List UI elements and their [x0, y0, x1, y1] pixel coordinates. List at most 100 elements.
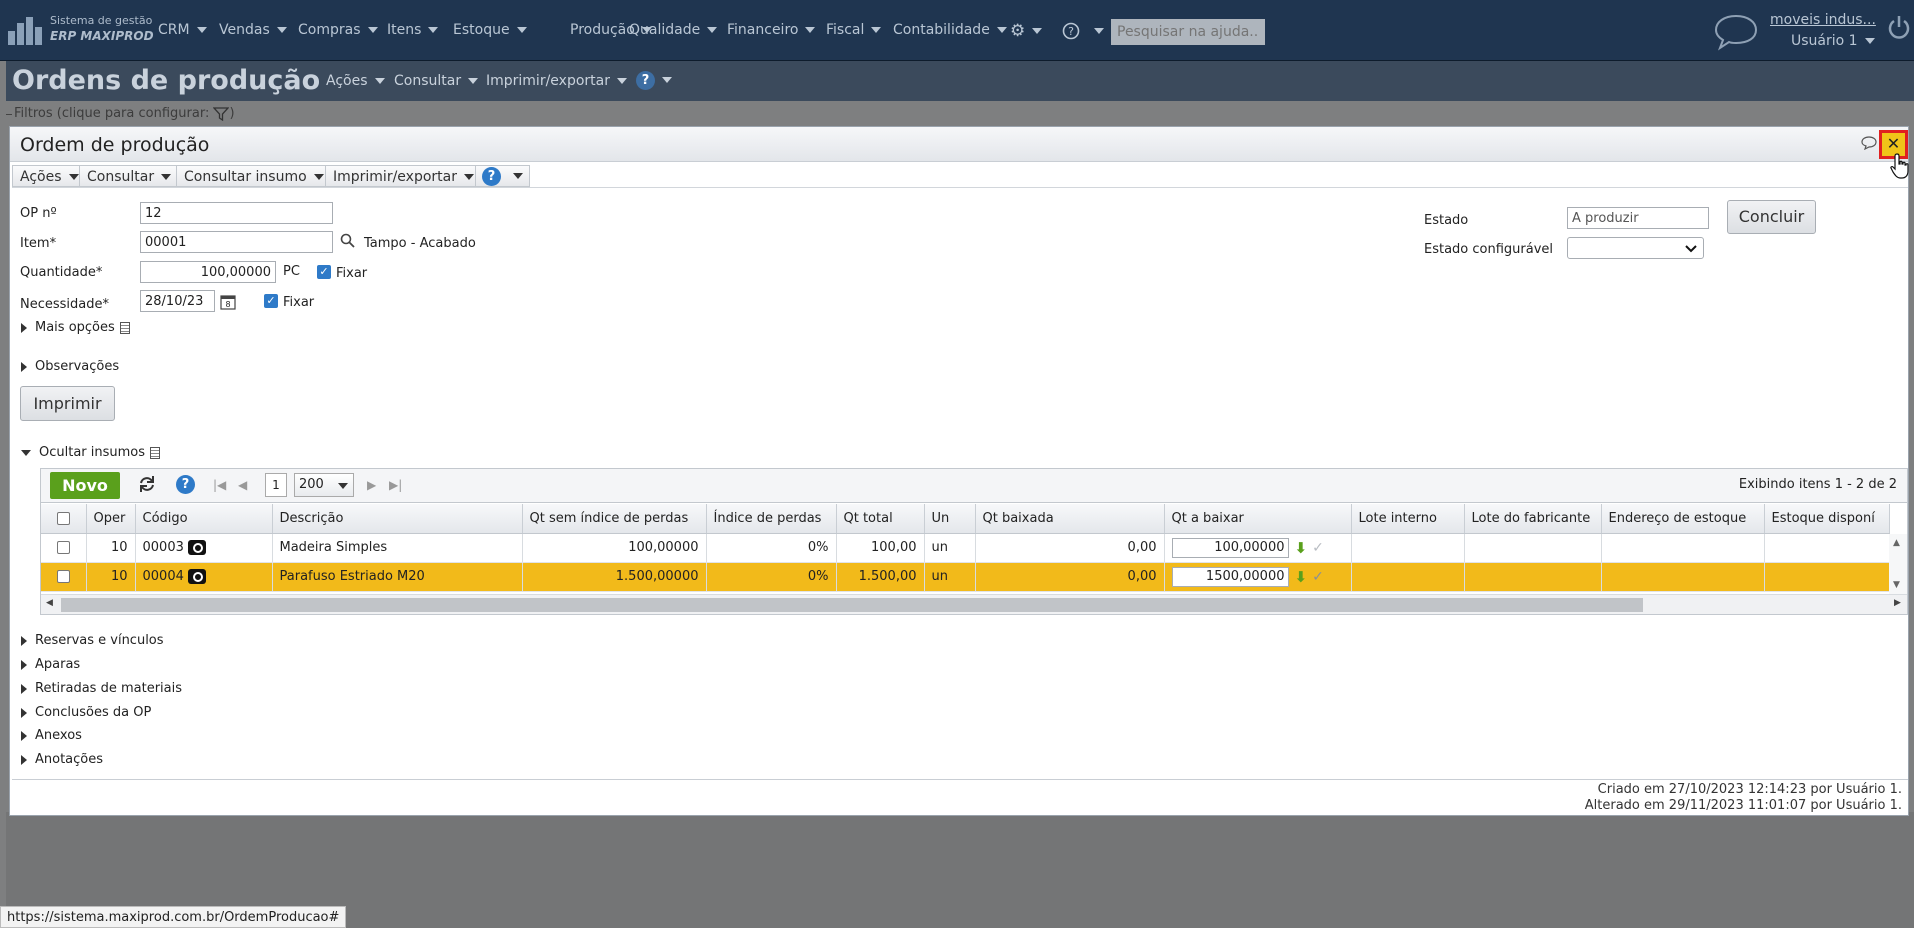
- print-button[interactable]: Imprimir: [20, 386, 115, 421]
- toolbar-consultar[interactable]: Consultar: [79, 165, 180, 187]
- cell-estoque: [1764, 562, 1890, 592]
- hide-inputs-toggle[interactable]: Ocultar insumos: [21, 445, 161, 460]
- notes-toggle[interactable]: Observações: [21, 359, 119, 374]
- prev-page-icon[interactable]: ◀: [238, 478, 247, 492]
- cell-qt-a-baixar: 100,00000 ⬇ ✓: [1164, 533, 1352, 563]
- new-button[interactable]: Novo: [50, 472, 120, 499]
- toolbar-acoes[interactable]: Ações: [12, 165, 87, 187]
- search-icon[interactable]: [340, 233, 355, 252]
- user-company-link[interactable]: moveis indus...: [1770, 12, 1876, 28]
- page-size-select[interactable]: 200: [294, 473, 354, 497]
- grid-toolbar: Novo ? |◀ ◀ 1 200 ▶ ▶| Exibindo itens 1 …: [41, 469, 1907, 503]
- col-oper[interactable]: Oper: [86, 504, 136, 534]
- toolbar-consultar-insumo[interactable]: Consultar insumo: [176, 165, 332, 187]
- logo[interactable]: Sistema de gestão ERP MAXIPROD: [8, 14, 154, 48]
- quantity-field[interactable]: [140, 261, 276, 283]
- camera-icon[interactable]: [187, 569, 206, 584]
- divider: [12, 779, 1908, 780]
- col-descricao[interactable]: Descrição: [272, 504, 523, 534]
- col-endereco-estoque[interactable]: Endereço de estoque: [1601, 504, 1765, 534]
- section-anotacoes[interactable]: Anotações: [21, 752, 103, 767]
- page-help-icon[interactable]: ?: [636, 71, 672, 90]
- cell-qt-a-baixar: 1500,00000 ⬇ ✓: [1164, 562, 1352, 592]
- nav-contabilidade[interactable]: Contabilidade: [893, 22, 1007, 38]
- section-anexos[interactable]: Anexos: [21, 728, 82, 743]
- qt-a-baixar-input[interactable]: 1500,00000: [1171, 566, 1289, 587]
- power-icon[interactable]: [1887, 14, 1911, 46]
- op-number-field[interactable]: [140, 202, 333, 224]
- refresh-icon[interactable]: [137, 475, 157, 496]
- grid-horizontal-scrollbar[interactable]: ◀ ▶: [41, 594, 1907, 614]
- page-menu-consultar[interactable]: Consultar: [394, 73, 479, 89]
- row-checkbox[interactable]: [41, 533, 87, 563]
- arrow-down-icon[interactable]: ⬇: [1295, 568, 1308, 586]
- nav-crm[interactable]: CRM: [158, 22, 207, 38]
- gear-icon[interactable]: ⚙: [1010, 21, 1043, 41]
- check-icon[interactable]: ✓: [1312, 540, 1324, 556]
- help-search-input[interactable]: [1111, 19, 1265, 45]
- last-page-icon[interactable]: ▶|: [389, 478, 402, 492]
- help-menu-icon[interactable]: ?: [1062, 21, 1104, 41]
- nav-financeiro[interactable]: Financeiro: [727, 22, 816, 38]
- section-aparas[interactable]: Aparas: [21, 657, 80, 672]
- col-estoque-disponivel[interactable]: Estoque disponí: [1764, 504, 1890, 534]
- page-menu-acoes[interactable]: Ações: [326, 73, 385, 89]
- check-icon[interactable]: ✓: [1312, 569, 1324, 585]
- page-menu-imprimir[interactable]: Imprimir/exportar: [486, 73, 627, 89]
- section-reservas[interactable]: Reservas e vínculos: [21, 633, 164, 648]
- toolbar-help[interactable]: ?: [475, 165, 530, 187]
- more-options-toggle[interactable]: Mais opções: [21, 320, 130, 335]
- select-all-checkbox[interactable]: [41, 504, 87, 534]
- nav-vendas[interactable]: Vendas: [219, 22, 287, 38]
- col-qt-a-baixar[interactable]: Qt a baixar: [1164, 504, 1352, 534]
- modal-header: Ordem de produção ✕: [10, 127, 1909, 179]
- arrow-down-icon[interactable]: ⬇: [1295, 539, 1308, 557]
- scrollbar-thumb[interactable]: [61, 598, 1643, 612]
- configurable-state-select[interactable]: [1567, 237, 1704, 259]
- next-page-icon[interactable]: ▶: [367, 478, 376, 492]
- nav-estoque[interactable]: Estoque: [453, 22, 527, 38]
- section-retiradas[interactable]: Retiradas de materiais: [21, 681, 182, 696]
- inputs-grid: Novo ? |◀ ◀ 1 200 ▶ ▶| Exibindo itens 1 …: [40, 468, 1908, 615]
- nav-fiscal[interactable]: Fiscal: [826, 22, 882, 38]
- col-qt-baixada[interactable]: Qt baixada: [975, 504, 1165, 534]
- filters-label[interactable]: Filtros (clique para configurar: ): [14, 106, 235, 121]
- nav-qualidade[interactable]: Qualidade: [629, 22, 718, 38]
- qt-a-baixar-input[interactable]: 100,00000: [1171, 537, 1289, 558]
- grid-vertical-scrollbar[interactable]: ▲ ▼: [1889, 534, 1907, 594]
- col-indice-perdas[interactable]: Índice de perdas: [706, 504, 837, 534]
- camera-icon[interactable]: [187, 540, 206, 555]
- table-row[interactable]: 10 00003 Madeira Simples 100,00000 0% 10…: [41, 533, 1890, 563]
- chevron-down-icon: [1685, 245, 1697, 253]
- cell-qt-total: 100,00: [836, 533, 925, 563]
- chat-icon[interactable]: [1713, 12, 1759, 56]
- fix-quantity-label: Fixar: [336, 266, 368, 281]
- col-un[interactable]: Un: [924, 504, 976, 534]
- table-row-selected[interactable]: 10 00004 Parafuso Estriado M20 1.500,000…: [41, 562, 1890, 592]
- col-lote-fabricante[interactable]: Lote do fabricante: [1464, 504, 1602, 534]
- need-date-field[interactable]: [140, 290, 215, 312]
- cell-indice-perdas: 0%: [706, 533, 837, 563]
- row-checkbox[interactable]: [41, 562, 87, 592]
- cell-qt-sem-indice: 1.500,00000: [522, 562, 707, 592]
- user-menu[interactable]: Usuário 1: [1791, 33, 1875, 49]
- logo-icon: [8, 15, 46, 45]
- section-conclusoes[interactable]: Conclusões da OP: [21, 705, 151, 720]
- nav-compras[interactable]: Compras: [298, 22, 378, 38]
- page-number-field[interactable]: 1: [265, 473, 287, 497]
- fix-need-date-checkbox[interactable]: ✓: [264, 294, 278, 308]
- comment-icon[interactable]: [1861, 135, 1877, 154]
- nav-itens[interactable]: Itens: [387, 22, 439, 38]
- first-page-icon[interactable]: |◀: [213, 478, 226, 492]
- fix-quantity-checkbox[interactable]: ✓: [317, 265, 331, 279]
- col-lote-interno[interactable]: Lote interno: [1351, 504, 1465, 534]
- item-field[interactable]: [140, 231, 333, 253]
- conclude-button[interactable]: Concluir: [1727, 200, 1816, 234]
- col-qt-total[interactable]: Qt total: [836, 504, 925, 534]
- cell-qt-sem-indice: 100,00000: [522, 533, 707, 563]
- col-qt-sem-indice[interactable]: Qt sem índice de perdas: [522, 504, 707, 534]
- calendar-icon[interactable]: 8: [220, 293, 236, 314]
- col-codigo[interactable]: Código: [135, 504, 273, 534]
- toolbar-imprimir-exportar[interactable]: Imprimir/exportar: [325, 165, 482, 187]
- grid-help-icon[interactable]: ?: [176, 475, 195, 494]
